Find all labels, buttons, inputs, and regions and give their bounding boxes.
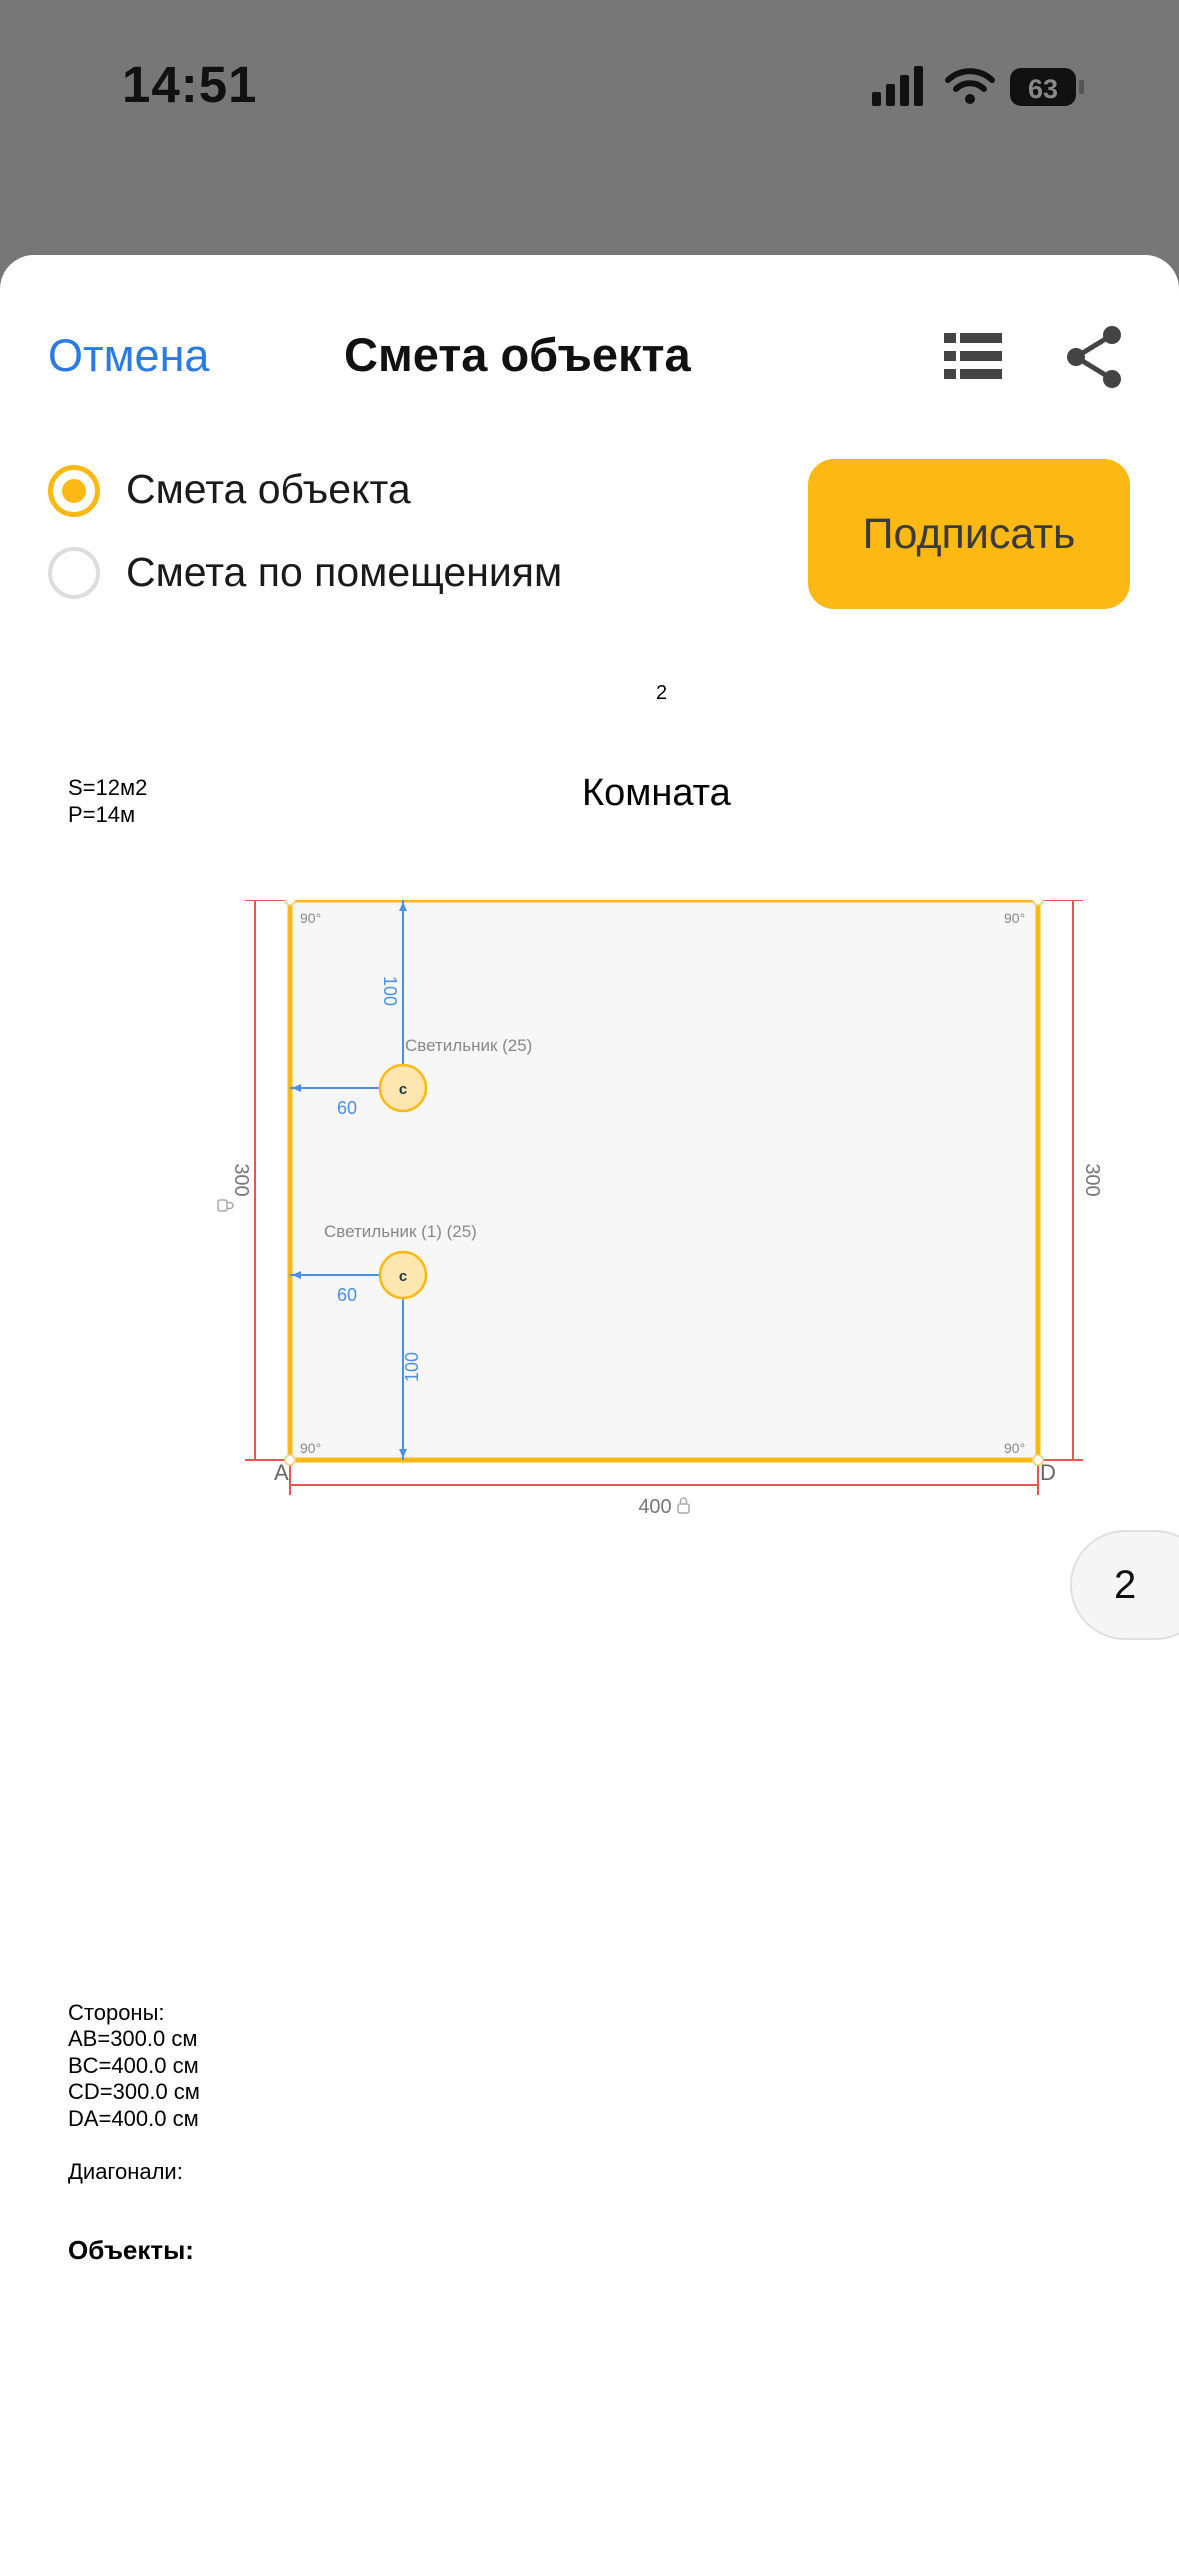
radio-object-estimate[interactable] — [48, 465, 100, 517]
status-time: 14:51 — [122, 56, 258, 113]
lamp2-vertical-dimension: 100 — [402, 1352, 422, 1382]
page-indicator[interactable]: 2 — [1070, 1530, 1179, 1640]
corner-d-label: D — [1040, 1460, 1056, 1485]
lamp1-label: Светильник (25) — [405, 1036, 532, 1055]
sides-title: Стороны: — [68, 2000, 165, 2025]
diagonals-title: Диагонали: — [68, 2159, 183, 2184]
side-bc: BC=400.0 см — [68, 2053, 199, 2078]
lamp1-horizontal-dimension: 60 — [337, 1098, 357, 1118]
status-bar: 14:51 63 — [0, 0, 1179, 170]
list-icon[interactable] — [944, 333, 1002, 379]
lamp2-horizontal-dimension: 60 — [337, 1285, 357, 1305]
angle-b: 90° — [300, 910, 321, 926]
side-da: DA=400.0 см — [68, 2106, 199, 2131]
radio-label-room-estimate[interactable]: Смета по помещениям — [126, 549, 562, 596]
sign-button[interactable]: Подписать — [808, 459, 1130, 609]
document-page-number: 2 — [656, 682, 668, 704]
lamp1-marker: c — [399, 1081, 407, 1098]
room-area: S=12м2 — [68, 775, 148, 800]
share-icon[interactable] — [1064, 325, 1124, 389]
lamp2-marker: c — [399, 1268, 407, 1285]
room-title: Комната — [582, 772, 731, 814]
corner-a-label: A — [274, 1460, 289, 1485]
battery-icon: 63 — [1010, 68, 1084, 106]
angle-d: 90° — [1004, 1440, 1025, 1456]
objects-title: Объекты: — [68, 2235, 194, 2265]
radio-label-object-estimate[interactable]: Смета объекта — [126, 466, 411, 513]
estimate-sheet: Отмена Смета объекта Смета объекта Смета… — [0, 255, 1179, 2556]
room-plan: 400 400 300 300 — [217, 900, 1100, 1518]
bottom-dimension-label: 400 — [638, 1496, 671, 1518]
cancel-button[interactable]: Отмена — [48, 330, 209, 382]
wifi-icon — [945, 68, 995, 104]
battery-level: 63 — [1028, 74, 1058, 104]
side-ab: AB=300.0 см — [68, 2026, 198, 2051]
left-dimension-label: 300 — [230, 1163, 252, 1196]
lamp2-label: Светильник (1) (25) — [324, 1222, 477, 1241]
angle-a: 90° — [300, 1440, 321, 1456]
page-title: Смета объекта — [344, 328, 691, 381]
lock-icon — [217, 1199, 234, 1212]
right-dimension-label: 300 — [1081, 1163, 1100, 1196]
angle-c: 90° — [1004, 910, 1025, 926]
radio-room-estimate[interactable] — [48, 547, 100, 599]
lamp1-vertical-dimension: 100 — [380, 976, 400, 1006]
side-cd: CD=300.0 см — [68, 2079, 200, 2104]
room-perimeter: P=14м — [68, 802, 136, 827]
lock-icon — [677, 1497, 690, 1514]
cellular-signal-icon — [872, 66, 923, 106]
status-icons: 63 — [872, 66, 1084, 106]
